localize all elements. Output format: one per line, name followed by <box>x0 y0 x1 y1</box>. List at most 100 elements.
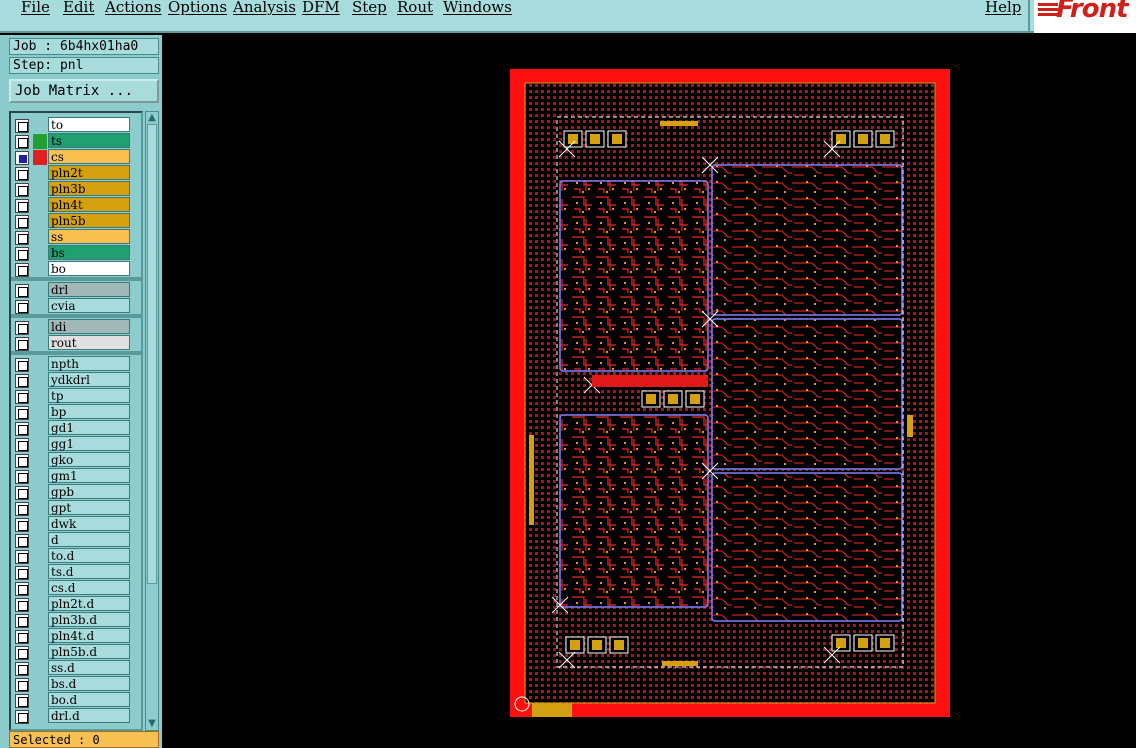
layer-row-ts-d[interactable]: ts.d <box>13 564 139 580</box>
layer-name[interactable]: ts.d <box>48 564 130 579</box>
layer-checkbox[interactable] <box>15 263 29 277</box>
layer-color-swatch[interactable] <box>33 533 47 548</box>
layer-row-cs-d[interactable]: cs.d <box>13 580 139 596</box>
layer-checkbox[interactable] <box>15 300 29 314</box>
layer-row-pln4t-d[interactable]: pln4t.d <box>13 628 139 644</box>
pcb-panel-view[interactable] <box>162 35 1136 748</box>
layer-color-swatch[interactable] <box>33 150 47 165</box>
layer-checkbox[interactable] <box>15 454 29 468</box>
layer-color-swatch[interactable] <box>33 389 47 404</box>
layer-checkbox[interactable] <box>15 502 29 516</box>
layer-color-swatch[interactable] <box>33 469 47 484</box>
layer-checkbox[interactable] <box>15 646 29 660</box>
layer-name[interactable]: pln2t <box>48 165 130 180</box>
layer-checkbox[interactable] <box>15 374 29 388</box>
menu-edit[interactable]: Edit <box>63 0 94 16</box>
layer-color-swatch[interactable] <box>33 549 47 564</box>
layer-color-swatch[interactable] <box>33 437 47 452</box>
layer-row-drl[interactable]: drl <box>13 282 139 298</box>
layer-name[interactable]: gg1 <box>48 436 130 451</box>
layer-color-swatch[interactable] <box>33 198 47 213</box>
layer-row-bs[interactable]: bs <box>13 245 139 261</box>
layer-name[interactable]: gpt <box>48 500 130 515</box>
layer-checkbox[interactable] <box>15 119 29 133</box>
layer-color-swatch[interactable] <box>33 246 47 261</box>
layer-list-scrollbar[interactable]: ▲ ▼ <box>145 111 159 731</box>
layer-name[interactable]: pln5b.d <box>48 644 130 659</box>
layer-checkbox[interactable] <box>15 358 29 372</box>
layer-color-swatch[interactable] <box>33 693 47 708</box>
layer-color-swatch[interactable] <box>33 182 47 197</box>
layer-row-gpb[interactable]: gpb <box>13 484 139 500</box>
layer-row-ss-d[interactable]: ss.d <box>13 660 139 676</box>
layer-checkbox[interactable] <box>15 438 29 452</box>
layer-row-dwk[interactable]: dwk <box>13 516 139 532</box>
layer-color-swatch[interactable] <box>33 214 47 229</box>
layer-color-swatch[interactable] <box>33 134 47 149</box>
layer-row-pln3b-d[interactable]: pln3b.d <box>13 612 139 628</box>
layer-name[interactable]: dwk <box>48 516 130 531</box>
menu-file[interactable]: File <box>21 0 50 16</box>
layer-name[interactable]: npth <box>48 356 130 371</box>
layer-checkbox[interactable] <box>15 284 29 298</box>
scroll-down-icon[interactable]: ▼ <box>146 718 158 730</box>
scroll-up-icon[interactable]: ▲ <box>146 112 158 124</box>
layer-checkbox[interactable] <box>15 662 29 676</box>
layer-color-swatch[interactable] <box>33 336 47 351</box>
layer-color-swatch[interactable] <box>33 661 47 676</box>
layer-row-to-d[interactable]: to.d <box>13 548 139 564</box>
layer-name[interactable]: to <box>48 117 130 132</box>
layer-name[interactable]: bp <box>48 404 130 419</box>
layer-row-bp[interactable]: bp <box>13 404 139 420</box>
layer-checkbox[interactable] <box>15 183 29 197</box>
layer-row-ydkdrl[interactable]: ydkdrl <box>13 372 139 388</box>
layer-name[interactable]: pln5b <box>48 213 130 228</box>
layer-checkbox[interactable] <box>15 215 29 229</box>
layer-color-swatch[interactable] <box>33 565 47 580</box>
layer-row-ts[interactable]: ts <box>13 133 139 149</box>
layer-name[interactable]: ydkdrl <box>48 372 130 387</box>
layer-name[interactable]: pln4t <box>48 197 130 212</box>
layer-name[interactable]: bo.d <box>48 692 130 707</box>
layer-checkbox[interactable] <box>15 534 29 548</box>
layer-color-swatch[interactable] <box>33 485 47 500</box>
layer-row-gd1[interactable]: gd1 <box>13 420 139 436</box>
layer-name[interactable]: gm1 <box>48 468 130 483</box>
menu-dfm[interactable]: DFM <box>302 0 340 16</box>
layer-name[interactable]: pln4t.d <box>48 628 130 643</box>
layer-checkbox[interactable] <box>15 422 29 436</box>
layer-checkbox[interactable] <box>15 550 29 564</box>
layer-checkbox[interactable] <box>15 135 29 149</box>
layer-name[interactable]: pln3b <box>48 181 130 196</box>
layer-color-swatch[interactable] <box>33 357 47 372</box>
layer-row-tp[interactable]: tp <box>13 388 139 404</box>
layer-row-d[interactable]: d <box>13 532 139 548</box>
menu-help[interactable]: Help <box>985 0 1021 16</box>
layer-checkbox[interactable] <box>15 337 29 351</box>
layer-checkbox[interactable] <box>15 598 29 612</box>
layer-row-pln4t[interactable]: pln4t <box>13 197 139 213</box>
menu-windows[interactable]: Windows <box>443 0 512 16</box>
layer-checkbox[interactable] <box>15 231 29 245</box>
layer-checkbox[interactable] <box>15 199 29 213</box>
layer-name[interactable]: rout <box>48 335 130 350</box>
menu-rout[interactable]: Rout <box>397 0 433 16</box>
layer-name[interactable]: ss <box>48 229 130 244</box>
layer-name[interactable]: bs.d <box>48 676 130 691</box>
layer-name[interactable]: bo <box>48 261 130 276</box>
layer-row-gm1[interactable]: gm1 <box>13 468 139 484</box>
layer-name[interactable]: gko <box>48 452 130 467</box>
layer-name[interactable]: cs <box>48 149 130 164</box>
layer-row-drl-d[interactable]: drl.d <box>13 708 139 724</box>
layer-color-swatch[interactable] <box>33 262 47 277</box>
layer-checkbox[interactable] <box>15 486 29 500</box>
layer-color-swatch[interactable] <box>33 501 47 516</box>
layer-color-swatch[interactable] <box>33 645 47 660</box>
layer-checkbox[interactable] <box>15 630 29 644</box>
layer-checkbox[interactable] <box>15 582 29 596</box>
layer-color-swatch[interactable] <box>33 118 47 133</box>
layer-color-swatch[interactable] <box>33 677 47 692</box>
layer-list[interactable]: to ts cs pln2t pln3b pln4t pln5b ss bs bo drl cvia l… <box>9 111 143 731</box>
layer-checkbox[interactable] <box>15 678 29 692</box>
layer-row-gpt[interactable]: gpt <box>13 500 139 516</box>
